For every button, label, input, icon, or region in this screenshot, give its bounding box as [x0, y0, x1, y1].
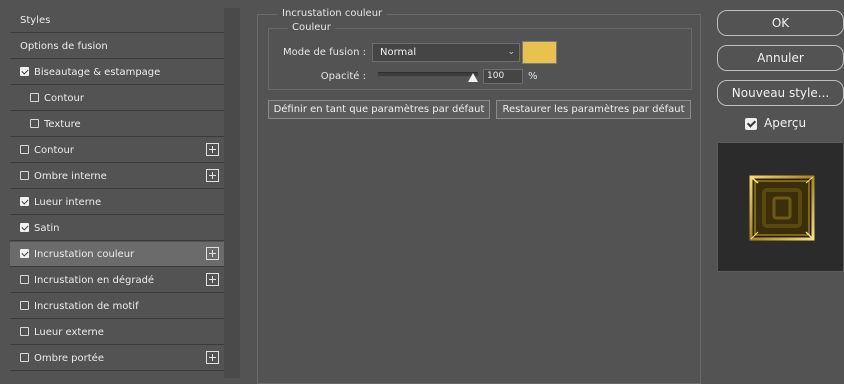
sidebar-item[interactable]: Incrustation en dégradé	[10, 268, 224, 293]
sidebar-item[interactable]: Biseautage & estampage	[10, 60, 224, 85]
reset-default-button[interactable]: Restaurer les paramètres par défaut	[496, 100, 691, 119]
sidebar-item-label: Lueur interne	[34, 197, 102, 208]
new-style-button[interactable]: Nouveau style...	[717, 80, 844, 106]
sidebar-item[interactable]: Options de fusion	[10, 34, 224, 59]
add-effect-icon[interactable]	[206, 247, 219, 260]
sidebar-item-label: Styles	[20, 15, 51, 26]
add-effect-icon[interactable]	[206, 169, 219, 182]
ok-button[interactable]: OK	[717, 10, 844, 36]
sidebar-item[interactable]: Satin	[10, 216, 224, 241]
checkbox-checked[interactable]	[20, 67, 29, 76]
cancel-button[interactable]: Annuler	[717, 45, 844, 71]
checkbox[interactable]	[30, 93, 39, 102]
opacity-slider-track[interactable]	[378, 72, 478, 76]
styles-list-scrollbar[interactable]	[224, 8, 240, 378]
checkbox[interactable]	[20, 301, 29, 310]
sidebar-item-label: Biseautage & estampage	[34, 67, 161, 78]
chevron-down-icon: ⌄	[507, 47, 515, 57]
sidebar-item-label: Incrustation couleur	[34, 249, 135, 260]
set-default-button[interactable]: Définir en tant que paramètres par défau…	[268, 100, 490, 119]
checkbox-checked[interactable]	[20, 249, 29, 258]
preview-checkbox[interactable]	[745, 118, 757, 130]
checkbox-checked[interactable]	[20, 223, 29, 232]
checkbox[interactable]	[20, 171, 29, 180]
opacity-unit: %	[528, 71, 538, 82]
sidebar-item-label: Ombre portée	[34, 353, 104, 364]
checkbox[interactable]	[30, 119, 39, 128]
sidebar-item[interactable]: Lueur externe	[10, 320, 224, 345]
blend-mode-value: Normal	[380, 47, 417, 58]
checkbox[interactable]	[20, 145, 29, 154]
color-group-title: Couleur	[288, 22, 335, 34]
sidebar-item[interactable]: Contour	[10, 138, 224, 163]
sidebar-item-label: Ombre interne	[34, 171, 107, 182]
sidebar-item[interactable]: Lueur interne	[10, 190, 224, 215]
preview-label: Aperçu	[764, 116, 807, 130]
sidebar-item-label: Contour	[44, 93, 84, 104]
opacity-input[interactable]: 100	[483, 69, 523, 84]
gold-square-preview-icon	[749, 175, 815, 241]
add-effect-icon[interactable]	[206, 273, 219, 286]
checkbox[interactable]	[20, 353, 29, 362]
blend-mode-select[interactable]: Normal ⌄	[372, 43, 520, 62]
opacity-label: Opacité :	[320, 71, 366, 82]
sidebar-item-label: Texture	[44, 119, 81, 130]
sidebar-item[interactable]: Ombre interne	[10, 164, 224, 189]
add-effect-icon[interactable]	[206, 143, 219, 156]
panel-title: Incrustation couleur	[278, 8, 387, 20]
checkbox[interactable]	[20, 275, 29, 284]
sidebar-item-label: Incrustation de motif	[34, 301, 139, 312]
sidebar-item[interactable]: Contour	[10, 86, 224, 111]
sidebar-item[interactable]: Styles	[10, 8, 224, 33]
add-effect-icon[interactable]	[206, 351, 219, 364]
opacity-slider-thumb[interactable]	[468, 73, 478, 82]
sidebar-item-label: Incrustation en dégradé	[34, 275, 155, 286]
checkbox-checked[interactable]	[20, 197, 29, 206]
style-preview	[717, 142, 844, 272]
styles-list: Styles Options de fusion Biseautage & esta…	[10, 8, 224, 378]
sidebar-item-label: Lueur externe	[34, 327, 104, 338]
sidebar-item-label: Satin	[34, 223, 60, 234]
sidebar-item[interactable]: Incrustation couleur	[10, 242, 224, 267]
color-swatch[interactable]	[522, 41, 557, 64]
sidebar-item[interactable]: Incrustation de motif	[10, 294, 224, 319]
sidebar-item[interactable]: Ombre portée	[10, 346, 224, 371]
sidebar-item[interactable]: Texture	[10, 112, 224, 137]
blend-mode-label: Mode de fusion :	[283, 47, 366, 58]
checkbox[interactable]	[20, 327, 29, 336]
sidebar-item-label: Options de fusion	[20, 41, 108, 52]
sidebar-item-label: Contour	[34, 145, 74, 156]
